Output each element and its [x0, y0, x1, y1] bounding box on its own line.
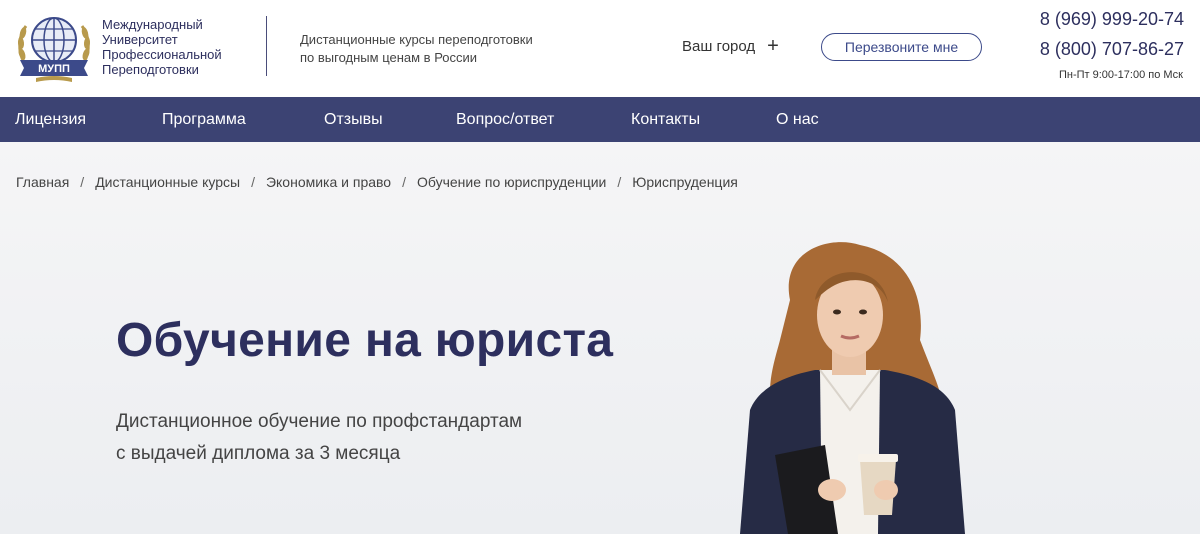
header-divider — [266, 16, 267, 76]
breadcrumb-item-home[interactable]: Главная — [16, 174, 69, 190]
university-name: Международный Университет Профессиональн… — [102, 17, 222, 77]
nav-item-about[interactable]: О нас — [776, 97, 819, 142]
tagline-line: по выгодным ценам в России — [300, 50, 478, 65]
nav-item-program[interactable]: Программа — [162, 97, 246, 142]
breadcrumb-item-distance-courses[interactable]: Дистанционные курсы — [95, 174, 240, 190]
hero-person-image — [740, 242, 965, 534]
hero-subtitle: Дистанционное обучение по профстандартам… — [116, 406, 522, 470]
breadcrumb: Главная / Дистанционные курсы / Экономик… — [16, 174, 738, 190]
breadcrumb-item-jurisprudence-training[interactable]: Обучение по юриспруденции — [417, 174, 606, 190]
site-header: МУПП Международный Университет Профессио… — [0, 0, 1200, 97]
breadcrumb-separator: / — [617, 174, 622, 190]
hero-subtitle-line: с выдачей диплома за 3 месяца — [116, 443, 401, 464]
plus-icon: + — [767, 35, 779, 57]
university-name-line: Университет — [102, 32, 178, 47]
breadcrumb-separator: / — [402, 174, 406, 190]
nav-item-reviews[interactable]: Отзывы — [324, 97, 383, 142]
page-title: Обучение на юриста — [116, 314, 614, 367]
breadcrumb-item-economics-law[interactable]: Экономика и право — [266, 174, 391, 190]
phone-link-2[interactable]: 8 (800) 707-86-27 — [1040, 39, 1184, 60]
breadcrumb-separator: / — [251, 174, 255, 190]
university-name-line: Международный — [102, 17, 203, 32]
main-nav: Лицензия Программа Отзывы Вопрос/ответ К… — [0, 97, 1200, 142]
logo-text: МУПП — [38, 63, 70, 75]
phone-link-1[interactable]: 8 (969) 999-20-74 — [1040, 9, 1184, 30]
university-name-line: Переподготовки — [102, 62, 199, 77]
working-hours: Пн-Пт 9:00-17:00 по Мск — [1058, 69, 1183, 81]
university-name-line: Профессиональной — [102, 47, 222, 62]
tagline-line: Дистанционные курсы переподготовки — [300, 32, 533, 47]
breadcrumb-separator: / — [80, 174, 85, 190]
callback-button[interactable]: Перезвоните мне — [821, 33, 982, 61]
header-tagline: Дистанционные курсы переподготовки по вы… — [300, 31, 533, 67]
city-label: Ваш город — [682, 37, 756, 55]
nav-item-faq[interactable]: Вопрос/ответ — [456, 97, 554, 142]
nav-item-contacts[interactable]: Контакты — [631, 97, 700, 142]
nav-item-license[interactable]: Лицензия — [15, 97, 86, 142]
city-selector[interactable]: Ваш город + — [682, 36, 779, 56]
breadcrumb-item-current: Юриспруденция — [632, 174, 738, 190]
university-logo[interactable]: МУПП — [14, 10, 94, 84]
hero-subtitle-line: Дистанционное обучение по профстандартам — [116, 411, 523, 432]
